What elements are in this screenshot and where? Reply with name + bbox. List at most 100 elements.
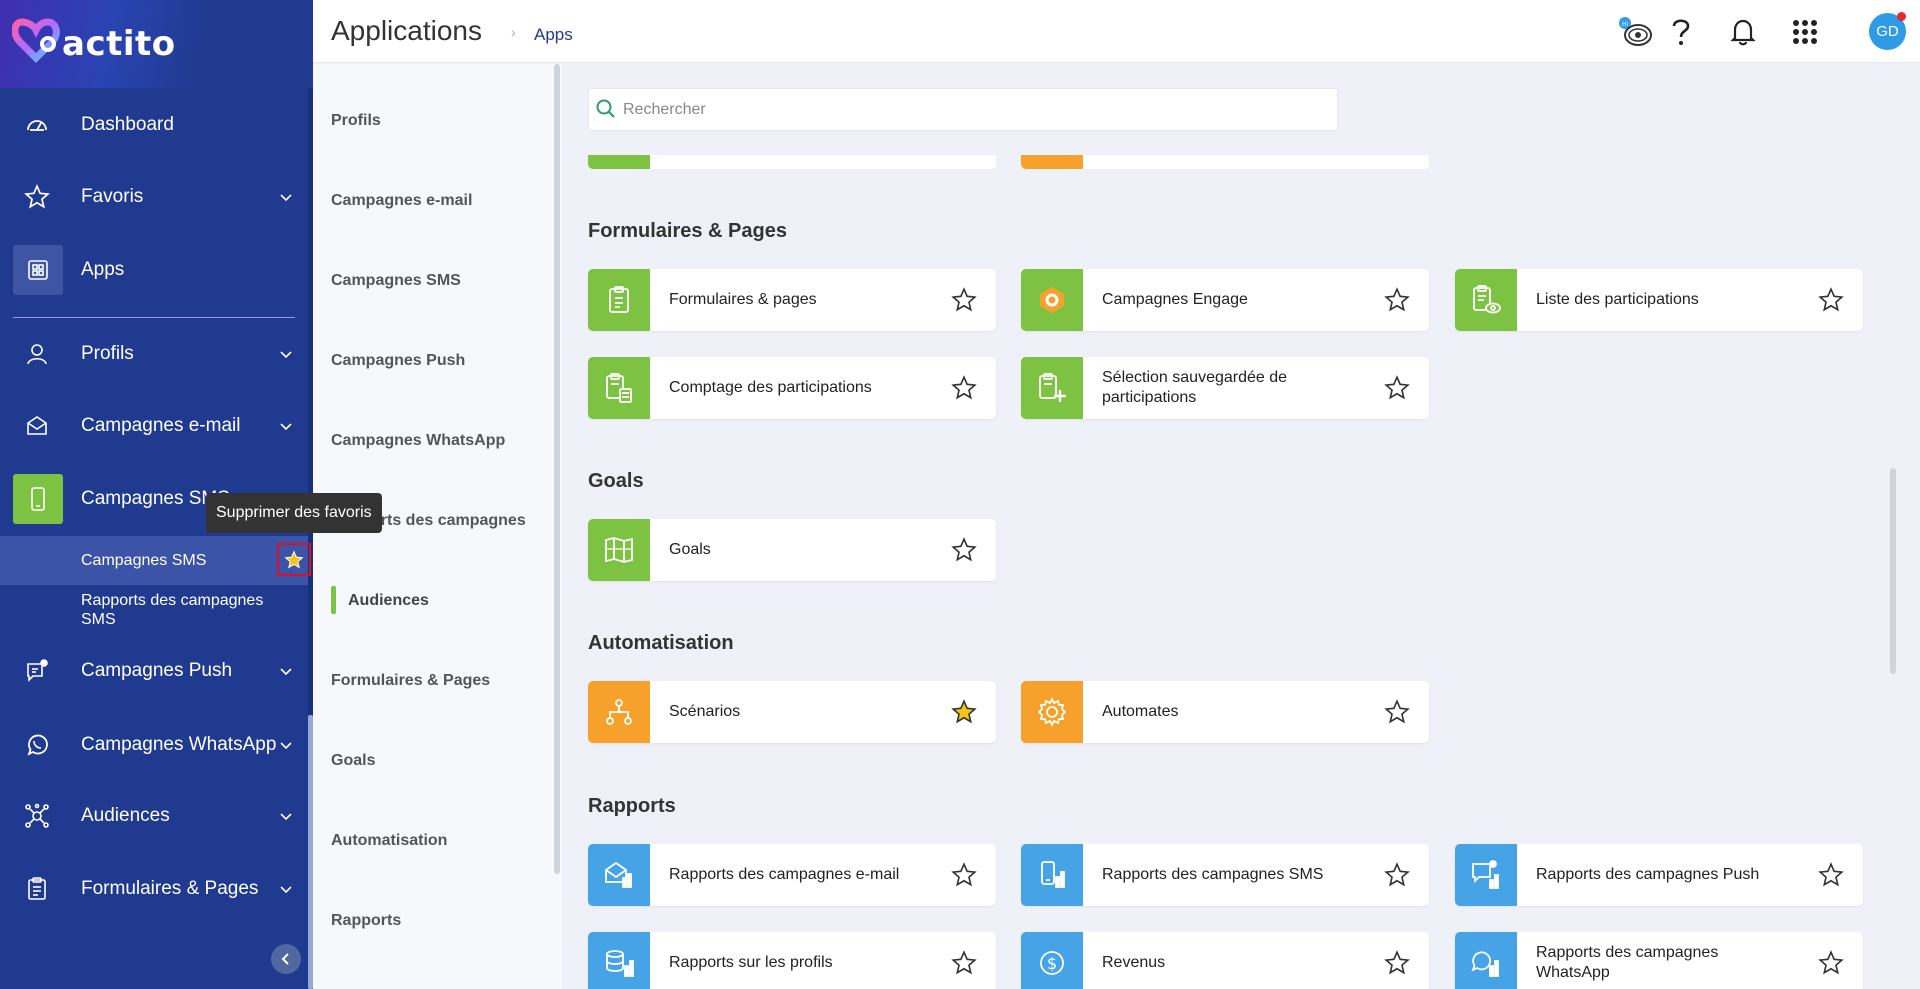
chevron-down-icon <box>280 351 292 359</box>
collapse-sidebar-button[interactable] <box>271 944 301 974</box>
category-scrollbar[interactable] <box>554 64 560 874</box>
push-report-icon <box>1455 844 1517 906</box>
mascot-chat-icon[interactable]: Hi <box>1613 12 1653 52</box>
star-outline-icon[interactable] <box>1383 286 1411 314</box>
sidebar-item-profils[interactable]: Profils <box>0 324 313 384</box>
category-campagnes-email[interactable]: Campagnes e-mail <box>331 192 472 210</box>
app-card-label: Rapports des campagnes e-mail <box>669 866 900 883</box>
app-card-label: Sélection sauvegardée de participations <box>1102 369 1288 406</box>
sidebar-item-label: Campagnes e-mail <box>81 415 241 436</box>
app-card-rapports-profils[interactable]: Rapports sur les profils <box>588 932 996 989</box>
star-outline-icon[interactable] <box>1817 286 1845 314</box>
apps-launcher-icon[interactable] <box>1785 12 1825 52</box>
sidebar-item-campagnes-email[interactable]: Campagnes e-mail <box>0 396 313 456</box>
app-card-liste-participations[interactable]: Liste des participations <box>1455 269 1863 331</box>
database-report-icon <box>588 932 650 989</box>
svg-text:Hi: Hi <box>1622 21 1629 28</box>
clipboard-icon <box>588 269 650 331</box>
phone-icon <box>13 474 63 524</box>
app-card-selection-sauvegardee[interactable]: Sélection sauvegardée de participations <box>1021 357 1429 419</box>
star-outline-icon[interactable] <box>1383 861 1411 889</box>
participations-list-icon <box>1455 269 1517 331</box>
search-icon <box>596 99 615 118</box>
notification-dot <box>1897 12 1906 21</box>
logo[interactable]: actito <box>0 0 313 88</box>
whatsapp-report-icon <box>1455 932 1517 989</box>
sidebar-item-dashboard[interactable]: Dashboard <box>0 95 313 155</box>
star-outline-icon[interactable] <box>1817 949 1845 977</box>
app-card-label: Automates <box>1102 703 1179 720</box>
sidebar-item-campagnes-whatsapp[interactable]: Campagnes WhatsApp <box>0 715 313 775</box>
sidebar-item-apps[interactable]: Apps <box>0 240 313 300</box>
chevron-left-icon <box>281 953 289 965</box>
help-icon[interactable] <box>1661 12 1701 52</box>
star-outline-icon[interactable] <box>1817 861 1845 889</box>
app-card-formulaires-pages[interactable]: Formulaires & pages <box>588 269 996 331</box>
sidebar-item-formulaires-pages[interactable]: Formulaires & Pages <box>0 859 313 919</box>
star-outline-icon[interactable] <box>950 374 978 402</box>
gear-icon <box>1021 681 1083 743</box>
app-card-revenus[interactable]: $ Revenus <box>1021 932 1429 989</box>
star-outline-icon[interactable] <box>950 861 978 889</box>
app-card-label: Comptage des participations <box>669 379 872 396</box>
category-profils[interactable]: Profils <box>331 112 381 130</box>
star-outline-icon[interactable] <box>1383 949 1411 977</box>
star-outline-icon[interactable] <box>950 949 978 977</box>
clipboard-icon <box>22 874 52 904</box>
app-card-clipped[interactable] <box>1021 155 1429 169</box>
section-title-goals: Goals <box>588 470 644 492</box>
category-campagnes-sms[interactable]: Campagnes SMS <box>331 272 461 290</box>
app-card-automates[interactable]: Automates <box>1021 681 1429 743</box>
sidebar-item-label: Campagnes Push <box>81 660 233 681</box>
sidebar-item-favoris[interactable]: Favoris <box>0 167 313 227</box>
star-outline-icon[interactable] <box>950 286 978 314</box>
star-filled-icon[interactable] <box>950 698 978 726</box>
sidebar-subitem-campagnes-sms[interactable]: Campagnes SMS <box>0 536 313 585</box>
remove-favorite-button[interactable] <box>277 543 311 576</box>
participations-count-icon <box>588 357 650 419</box>
category-audiences[interactable]: Audiences <box>348 592 429 610</box>
app-card-clipped[interactable] <box>588 155 996 169</box>
page-title: Applications <box>331 15 482 46</box>
sidebar-divider <box>13 317 295 318</box>
category-goals[interactable]: Goals <box>331 752 375 770</box>
search-bar <box>588 88 1338 131</box>
star-outline-icon[interactable] <box>1383 374 1411 402</box>
brand-name: actito <box>62 24 176 64</box>
sidebar-item-campagnes-push[interactable]: Campagnes Push <box>0 641 313 701</box>
section-title-formulaires: Formulaires & Pages <box>588 220 787 242</box>
app-card-rapports-whatsapp[interactable]: Rapports des campagnes WhatsApp <box>1455 932 1863 989</box>
app-card-rapports-email[interactable]: Rapports des campagnes e-mail <box>588 844 996 906</box>
breadcrumb-apps[interactable]: Apps <box>534 25 573 45</box>
saved-selection-icon <box>1021 357 1083 419</box>
app-card-label: Goals <box>669 541 711 558</box>
star-outline-icon[interactable] <box>1383 698 1411 726</box>
category-automatisation[interactable]: Automatisation <box>331 832 447 850</box>
chevron-down-icon <box>280 813 292 821</box>
search-input[interactable] <box>623 97 1313 123</box>
app-card-scenarios[interactable]: Scénarios <box>588 681 996 743</box>
category-rapports[interactable]: Rapports <box>331 912 401 930</box>
category-campagnes-whatsapp[interactable]: Campagnes WhatsApp <box>331 432 505 450</box>
notification-bell-icon[interactable] <box>1723 12 1763 52</box>
chevron-down-icon <box>280 886 292 894</box>
star-icon <box>22 182 52 212</box>
engage-hexagon-icon <box>1021 269 1083 331</box>
sidebar-item-label: Formulaires & Pages <box>81 878 259 899</box>
star-outline-icon[interactable] <box>950 536 978 564</box>
main-scrollbar[interactable] <box>1890 468 1896 674</box>
app-card-rapports-sms[interactable]: Rapports des campagnes SMS <box>1021 844 1429 906</box>
sidebar-subitem-rapports-sms[interactable]: Rapports des campagnes SMS <box>0 591 313 631</box>
flag-map-icon <box>588 519 650 581</box>
sidebar-item-audiences[interactable]: Audiences <box>0 786 313 846</box>
category-formulaires-pages[interactable]: Formulaires & Pages <box>331 672 490 690</box>
app-card-campagnes-engage[interactable]: Campagnes Engage <box>1021 269 1429 331</box>
push-icon <box>22 656 52 686</box>
top-header: Applications › Apps Hi GD <box>313 0 1920 63</box>
app-card-goals[interactable]: Goals <box>588 519 996 581</box>
chevron-down-icon <box>280 742 292 750</box>
app-card-comptage-participations[interactable]: Comptage des participations <box>588 357 996 419</box>
category-campagnes-push[interactable]: Campagnes Push <box>331 352 465 370</box>
chevron-down-icon <box>280 194 292 202</box>
app-card-rapports-push[interactable]: Rapports des campagnes Push <box>1455 844 1863 906</box>
